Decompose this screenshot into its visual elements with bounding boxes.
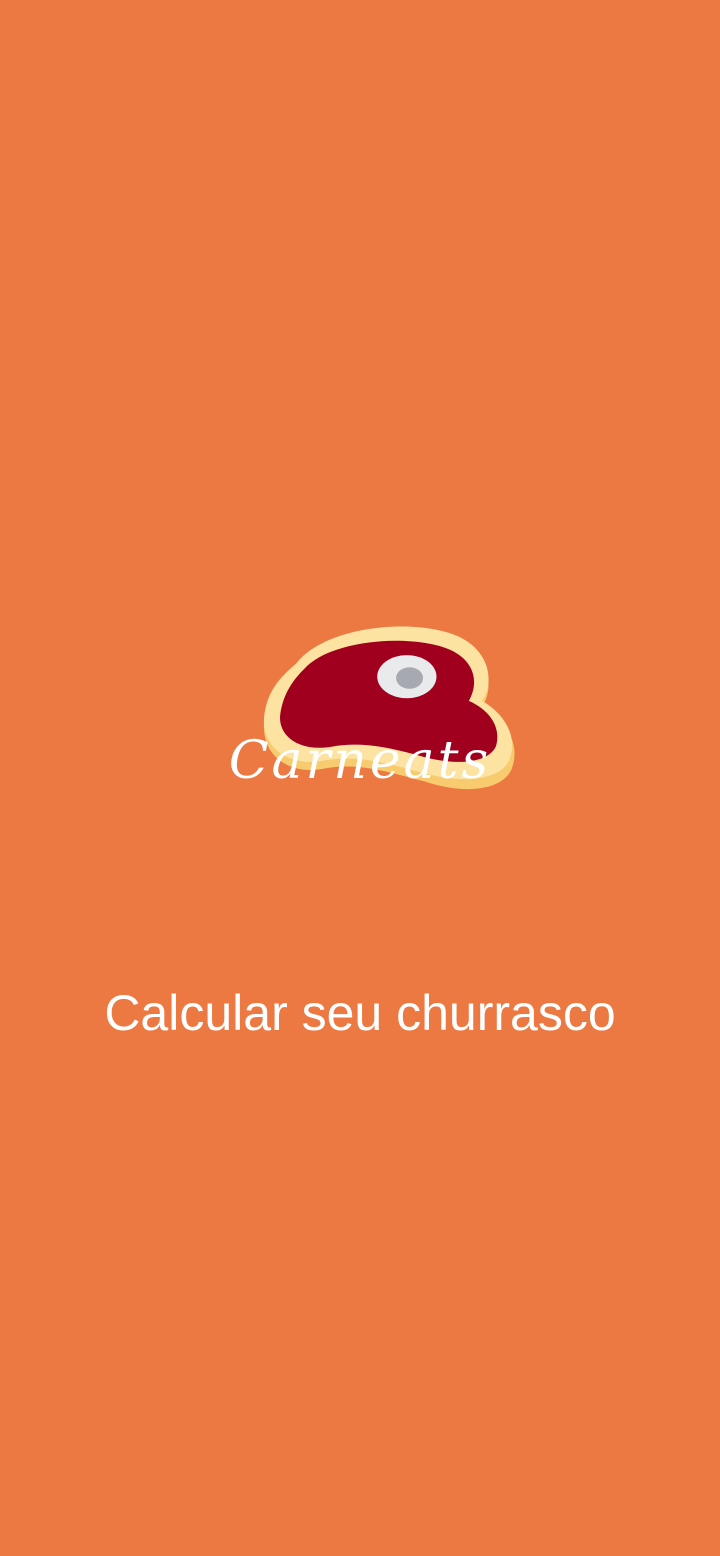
app-wordmark: Carneats <box>228 731 492 791</box>
steak-icon <box>256 604 515 790</box>
splash-screen: Carneats Calcular seu churrasco <box>0 0 720 1556</box>
calculate-barbecue-button[interactable]: Calcular seu churrasco <box>40 975 680 1051</box>
app-logo: Carneats <box>228 600 515 810</box>
